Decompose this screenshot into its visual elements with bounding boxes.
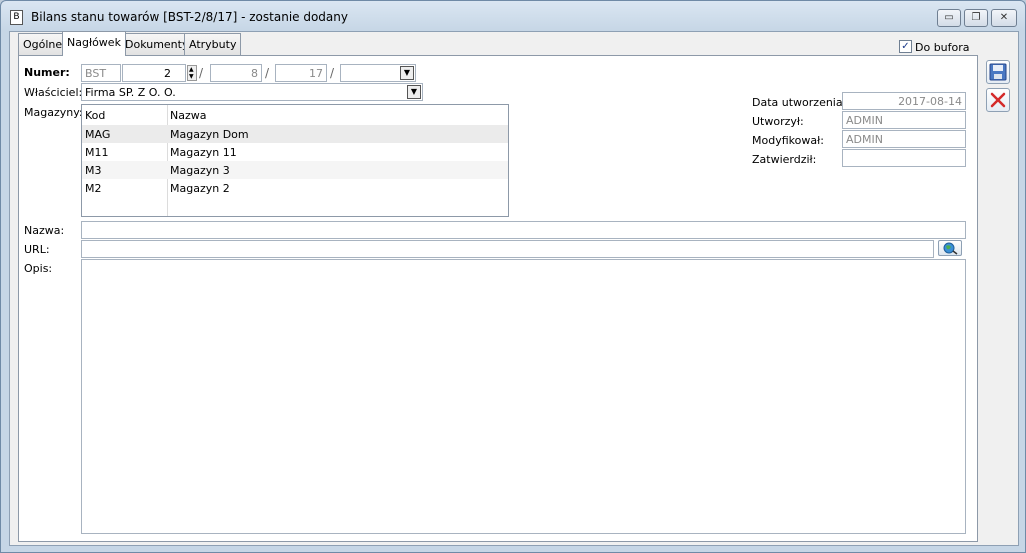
grid-header: Kod Nazwa [82,106,508,124]
open-url-button[interactable] [938,240,962,256]
do-bufora-checkbox[interactable]: ✓ [899,40,912,53]
chevron-down-icon[interactable]: ▼ [407,85,421,99]
do-bufora-label: Do bufora [915,41,970,54]
data-utworzenia-field: 2017-08-14 [842,92,966,110]
utworzyl-field: ADMIN [842,111,966,129]
save-button[interactable] [986,60,1010,84]
cell-nazwa: Magazyn 3 [170,164,230,177]
wlasciciel-select[interactable]: Firma SP. Z O. O. [81,83,423,101]
tab-naglowek[interactable]: Nagłówek [62,31,126,56]
numer-separator: / [265,66,270,80]
wlasciciel-label: Właściciel: [24,86,83,99]
url-label: URL: [24,243,50,256]
minimize-button[interactable]: ▭ [937,9,961,27]
numer-prefix-field: BST [81,64,121,82]
column-header-kod[interactable]: Kod [85,109,105,122]
numer-month-field: 8 [210,64,262,82]
zatwierdzil-field [842,149,966,167]
numer-year-field: 17 [275,64,327,82]
cell-kod: M2 [85,182,102,195]
table-row[interactable]: M2 Magazyn 2 [82,179,508,197]
form-area: Ogólne Nagłówek Dokumenty Atrybuty ✓ Do … [9,31,1019,546]
globe-search-icon [943,242,958,255]
document-icon: B [10,10,23,25]
magazyny-grid[interactable]: Kod Nazwa MAG Magazyn Dom M11 Magazyn 11… [81,104,509,217]
tab-dokumenty[interactable]: Dokumenty [120,33,194,55]
cell-nazwa: Magazyn 11 [170,146,237,159]
zatwierdzil-label: Zatwierdził: [752,153,817,166]
cell-nazwa: Magazyn Dom [170,128,249,141]
column-header-nazwa[interactable]: Nazwa [170,109,206,122]
modyfikowal-label: Modyfikował: [752,134,824,147]
chevron-down-icon[interactable]: ▼ [400,66,414,80]
tab-panel-naglowek: Numer: BST 2 ▲ ▼ / 8 / 17 / ▼ Właściciel… [18,55,978,542]
title-bar[interactable]: B Bilans stanu towarów [BST-2/8/17] - zo… [1,1,1025,31]
spin-up-icon[interactable]: ▲ [189,66,194,73]
numer-separator: / [199,66,204,80]
cell-kod: M11 [85,146,109,159]
opis-textarea[interactable] [81,259,966,534]
nazwa-label: Nazwa: [24,224,65,237]
url-field[interactable] [81,240,934,258]
spin-down-icon[interactable]: ▼ [189,73,194,80]
cell-kod: M3 [85,164,102,177]
table-row[interactable]: M11 Magazyn 11 [82,143,508,161]
numer-separator: / [330,66,335,80]
modyfikowal-field: ADMIN [842,130,966,148]
cancel-button[interactable] [986,88,1010,112]
table-row[interactable]: M3 Magazyn 3 [82,161,508,179]
opis-label: Opis: [24,262,53,275]
utworzyl-label: Utworzył: [752,115,804,128]
dialog-window: B Bilans stanu towarów [BST-2/8/17] - zo… [0,0,1026,553]
magazyny-label: Magazyny: [24,106,83,119]
close-window-button[interactable]: ✕ [991,9,1017,27]
floppy-disk-icon [989,63,1007,81]
cell-nazwa: Magazyn 2 [170,182,230,195]
tab-ogolne[interactable]: Ogólne [18,33,68,55]
cell-kod: MAG [85,128,111,141]
red-x-icon [990,92,1006,108]
restore-button[interactable]: ❐ [964,9,988,27]
table-row[interactable]: MAG Magazyn Dom [82,125,508,143]
number-spin-control[interactable]: ▲ ▼ [187,65,197,81]
data-utworzenia-label: Data utworzenia: [752,96,847,109]
nazwa-field[interactable] [81,221,966,239]
window-title: Bilans stanu towarów [BST-2/8/17] - zost… [31,10,348,24]
numer-label: Numer: [24,66,70,79]
tab-atrybuty[interactable]: Atrybuty [184,33,242,55]
numer-number-field[interactable]: 2 [122,64,186,82]
